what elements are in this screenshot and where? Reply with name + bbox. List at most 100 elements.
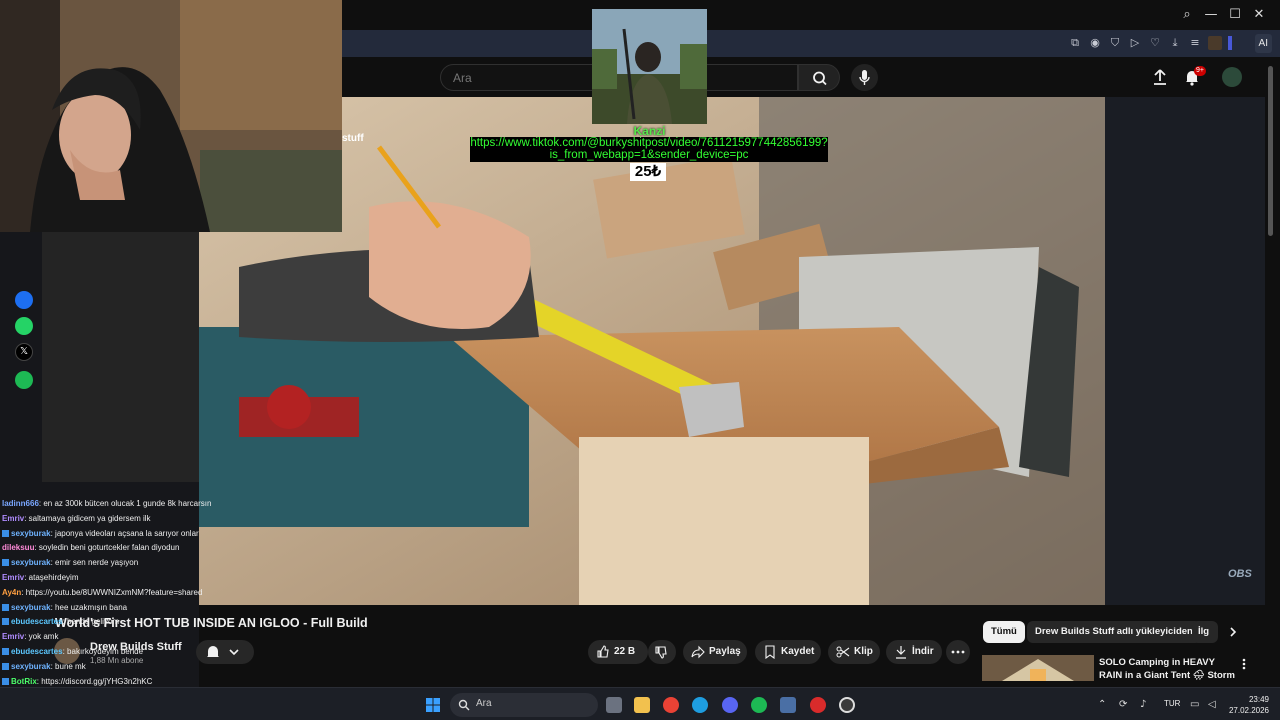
chat-username[interactable]: Ay4n <box>2 588 21 597</box>
chat-username[interactable]: Emriv <box>2 514 24 523</box>
chevron-right-icon[interactable] <box>1227 626 1239 638</box>
chat-username[interactable]: sexyburak <box>11 662 51 671</box>
profile-icon[interactable] <box>1208 36 1222 50</box>
chat-text: : en az 300k bütcen olucak 1 gunde 8k ha… <box>38 499 212 508</box>
voice-search-button[interactable] <box>851 64 878 91</box>
microphone-icon[interactable]: ♪ <box>1140 699 1146 710</box>
maximize-button[interactable]: ☐ <box>1226 6 1244 24</box>
discord-icon[interactable] <box>722 697 738 713</box>
chat-text: : https://youtu.be/8UWWNIZxmNM?feature=s… <box>21 587 203 597</box>
live-chat: ladinn666: en az 300k bütcen olucak 1 gu… <box>0 484 240 720</box>
streamer-webcam <box>0 0 342 232</box>
chat-badge-icon <box>2 677 9 685</box>
heart-icon[interactable]: ♡ <box>1148 36 1162 50</box>
minimize-button[interactable]: — <box>1202 6 1220 24</box>
search-tabs-icon[interactable]: ⌕ <box>1178 6 1196 24</box>
chat-message: ladinn666: en az 300k bütcen olucak 1 gu… <box>2 499 211 509</box>
download-icon[interactable]: ⤓ <box>1168 36 1182 50</box>
like-count: 22 B <box>614 646 636 657</box>
chip-related[interactable]: İlg <box>1192 621 1218 643</box>
clip-button[interactable]: Klip <box>828 640 880 664</box>
chat-username[interactable]: ladinn666 <box>2 499 39 508</box>
browser-toolbar: ⧉ ◉ ⛉ ▷ ♡ ⤓ ≡ AI <box>342 30 1280 57</box>
chip-all[interactable]: Tümü <box>983 621 1025 643</box>
thumbs-up-icon <box>597 645 609 658</box>
spotify-icon[interactable] <box>15 371 33 389</box>
edge-icon[interactable] <box>692 697 708 713</box>
chat-username[interactable]: sexyburak <box>11 558 51 567</box>
chat-message: ebudescartes: bende geliyom <box>2 617 119 627</box>
chrome-icon[interactable] <box>663 697 679 713</box>
display-icon[interactable]: ▭ <box>1190 699 1199 710</box>
chat-username[interactable]: sexyburak <box>11 603 51 612</box>
mic-icon <box>859 70 870 85</box>
clock[interactable]: 23:49 27.02.2026 <box>1223 694 1269 716</box>
chat-username[interactable]: Emriv <box>2 632 24 641</box>
chat-message: BotRix: https://discord.gg/jYHG3n2hKC <box>2 677 152 687</box>
chip-from-uploader[interactable]: Drew Builds Stuff adlı yükleyiciden <box>1027 621 1201 643</box>
save-button[interactable]: Kaydet <box>755 640 821 664</box>
chat-message: Ay4n: https://youtu.be/8UWWNIZxmNM?featu… <box>2 588 202 598</box>
x-twitter-icon[interactable]: 𝕏 <box>15 343 33 361</box>
more-actions-button[interactable] <box>946 640 970 664</box>
chat-username[interactable]: dileksuu <box>2 543 34 552</box>
player-icon[interactable]: ▷ <box>1128 36 1142 50</box>
tray-chevron-icon[interactable]: ⌃ <box>1098 699 1106 710</box>
chat-message: sexyburak: bune mk <box>2 662 86 672</box>
like-button[interactable]: 22 B <box>588 640 648 664</box>
chat-text: : bune mk <box>50 661 86 671</box>
search-button[interactable] <box>798 64 840 91</box>
chat-username[interactable]: ebudescartes <box>11 617 63 626</box>
time: 23:49 <box>1248 695 1269 704</box>
more-horizontal-icon <box>951 650 965 654</box>
messenger-icon[interactable] <box>15 291 33 309</box>
menu-icon[interactable]: ≡ <box>1188 36 1202 50</box>
scrollbar-thumb[interactable] <box>1268 66 1273 236</box>
app-icon[interactable] <box>780 697 796 713</box>
taskbar-search[interactable]: Ara <box>450 693 598 717</box>
chat-message: Emriv: yok amk <box>2 632 58 642</box>
donation-amount: 25₺ <box>630 163 666 181</box>
camera-icon[interactable]: ◉ <box>1088 36 1102 50</box>
tray-app-icon[interactable]: ⟳ <box>1119 699 1127 710</box>
chat-text: : japonya videoları açsana la sarıyor on… <box>50 528 199 538</box>
account-avatar[interactable] <box>1222 67 1242 87</box>
download-label: İndir <box>912 646 934 657</box>
close-button[interactable]: ✕ <box>1250 6 1268 24</box>
chat-username[interactable]: Emriv <box>2 573 24 582</box>
video-side-area <box>1105 97 1265 605</box>
file-explorer-icon[interactable] <box>634 697 650 713</box>
adblock-icon[interactable]: ⛉ <box>1108 36 1122 50</box>
volume-icon[interactable]: ◁ <box>1208 699 1216 710</box>
obs-icon[interactable] <box>839 697 855 713</box>
donation-message: https://www.tiktok.com/@burkyshitpost/vi… <box>470 137 828 162</box>
share-label: Paylaş <box>709 646 741 657</box>
chat-message: sexyburak: japonya videoları açsana la s… <box>2 529 199 539</box>
bookmark-icon <box>765 645 775 659</box>
chat-badge-icon <box>2 603 9 611</box>
chat-badge-icon <box>2 662 9 670</box>
obs-watermark: OBS <box>1228 568 1252 580</box>
download-icon <box>896 646 906 659</box>
chat-message: Emriv: saltamaya gidicem ya gidersem ilk <box>2 514 151 524</box>
chat-message: sexyburak: emir sen nerde yaşıyon <box>2 558 138 568</box>
whatsapp-icon[interactable] <box>15 317 33 335</box>
title-fragment: stuff <box>342 133 364 144</box>
chat-username[interactable]: ebudescartes <box>11 647 63 656</box>
windows-start-icon[interactable] <box>425 697 441 713</box>
task-view-icon[interactable] <box>606 697 622 713</box>
input-language[interactable]: TUR <box>1164 699 1180 708</box>
share-button[interactable]: Paylaş <box>683 640 747 664</box>
recommended-thumbnail[interactable] <box>982 655 1094 681</box>
upload-icon[interactable] <box>1150 67 1170 87</box>
webcam-frame <box>0 0 342 232</box>
spotify-taskbar-icon[interactable] <box>751 697 767 713</box>
dislike-button[interactable] <box>648 640 676 664</box>
opera-icon[interactable] <box>810 697 826 713</box>
download-button[interactable]: İndir <box>886 640 942 664</box>
ai-button[interactable]: AI <box>1254 34 1272 53</box>
chat-username[interactable]: sexyburak <box>11 529 51 538</box>
snapshot-icon[interactable]: ⧉ <box>1068 36 1082 50</box>
chat-username[interactable]: BotRix <box>11 677 37 686</box>
more-vertical-icon[interactable] <box>1240 657 1248 671</box>
